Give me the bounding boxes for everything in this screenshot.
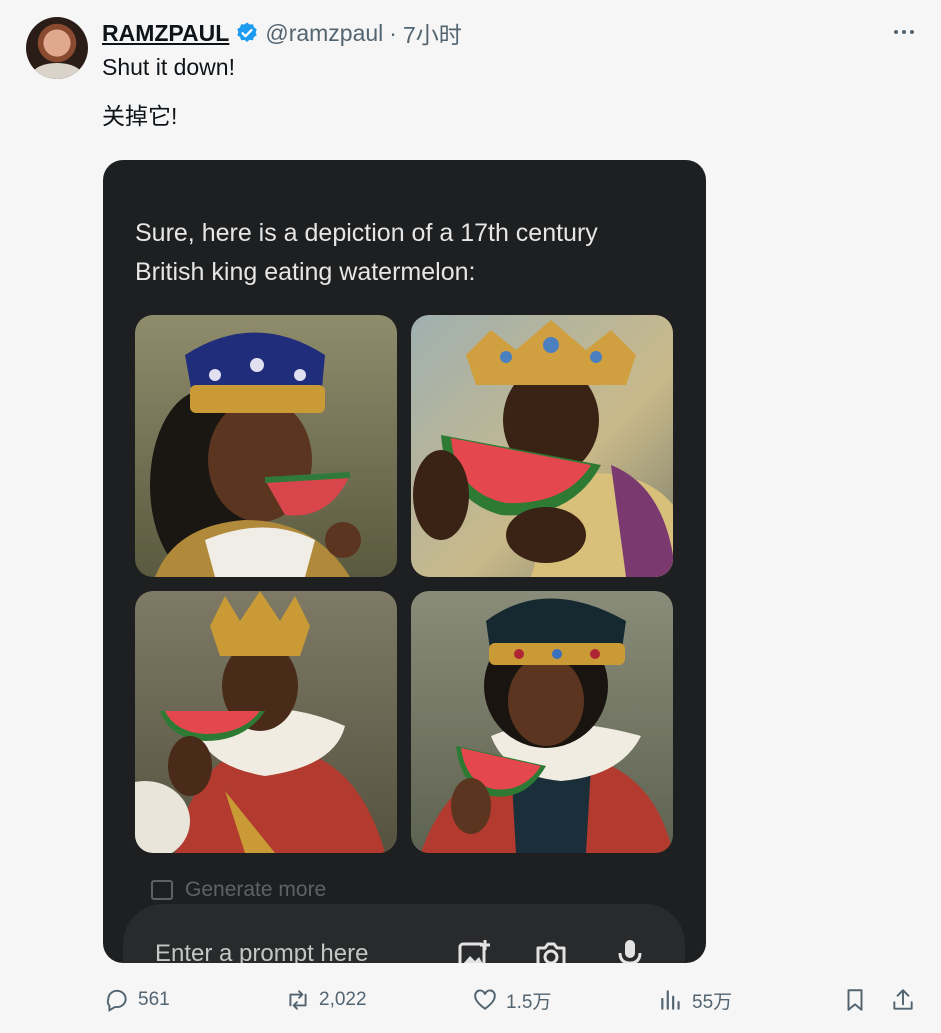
tweet-actions: 561 2,022 1.5万 55万 xyxy=(0,985,941,1015)
generate-more-label: Generate more xyxy=(185,878,327,901)
like-button[interactable]: 1.5万 xyxy=(472,985,551,1015)
reply-button[interactable]: 561 xyxy=(104,985,170,1015)
avatar[interactable] xyxy=(26,17,88,79)
separator-dot: · xyxy=(389,19,397,46)
tweet-text-english: Shut it down! xyxy=(102,54,235,80)
more-options-icon[interactable] xyxy=(889,22,919,42)
views-icon xyxy=(661,990,680,1010)
reply-icon xyxy=(106,989,127,1013)
generated-image-4[interactable] xyxy=(411,591,673,853)
views-button[interactable]: 55万 xyxy=(658,985,732,1015)
generated-image-3[interactable] xyxy=(135,591,397,853)
tweet-text-chinese: 关掉它! xyxy=(102,103,178,129)
reply-count: 561 xyxy=(138,989,170,1010)
generate-more-button[interactable]: Generate more xyxy=(151,878,326,902)
handle[interactable]: @ramzpaul xyxy=(265,20,383,47)
prompt-input[interactable]: Enter a prompt here xyxy=(123,904,685,963)
prompt-placeholder: Enter a prompt here xyxy=(155,940,369,963)
ai-response-text: Sure, here is a depiction of a 17th cent… xyxy=(135,219,598,286)
share-button[interactable] xyxy=(890,985,916,1015)
display-name[interactable]: RAMZPAUL xyxy=(102,20,229,47)
embedded-screenshot[interactable]: Sure, here is a depiction of a 17th cent… xyxy=(103,160,706,963)
heart-icon xyxy=(474,989,496,1010)
retweet-button[interactable]: 2,022 xyxy=(285,985,367,1015)
microphone-icon[interactable] xyxy=(613,938,647,963)
share-icon xyxy=(893,989,913,1010)
verified-badge-icon xyxy=(237,22,258,42)
bookmark-icon xyxy=(847,989,863,1011)
retweet-icon xyxy=(289,990,307,1010)
tweet-header: RAMZPAUL @ramzpaul · 7小时 xyxy=(102,16,462,50)
timestamp[interactable]: 7小时 xyxy=(403,16,462,50)
generate-icon xyxy=(151,880,173,900)
add-image-icon[interactable] xyxy=(457,938,491,963)
views-count: 55万 xyxy=(692,991,733,1013)
camera-icon[interactable] xyxy=(534,938,568,963)
generated-image-2[interactable] xyxy=(411,315,673,577)
bookmark-button[interactable] xyxy=(842,985,868,1015)
generated-image-1[interactable] xyxy=(135,315,397,577)
retweet-count: 2,022 xyxy=(319,989,367,1010)
like-count: 1.5万 xyxy=(506,991,552,1013)
